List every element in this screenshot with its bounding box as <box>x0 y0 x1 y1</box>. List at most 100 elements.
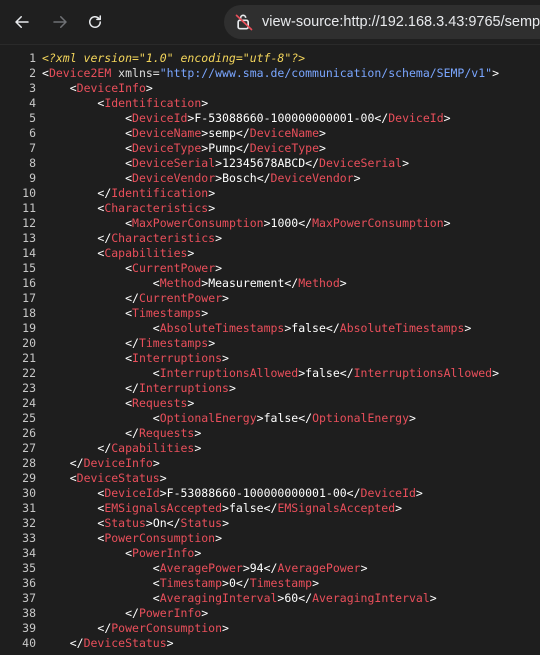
tag-bracket: > <box>492 366 500 380</box>
line-content: <DeviceId>F-53088660-100000000001-00</De… <box>42 111 450 126</box>
line-number: 2 <box>29 66 36 80</box>
line-content: <DeviceSerial>12345678ABCD</DeviceSerial… <box>42 156 409 171</box>
tag-bracket: > <box>201 306 209 320</box>
line-number: 24 <box>22 396 36 410</box>
forward-button[interactable] <box>44 6 76 38</box>
source-line: 9 <DeviceVendor>Bosch</DeviceVendor> <box>0 171 540 186</box>
source-code-view: 1 <?xml version="1.0" encoding="utf-8"?> 2… <box>0 51 540 655</box>
tag-bracket: </ <box>125 291 139 305</box>
source-line: 25 <OptionalEnergy>false</OptionalEnergy… <box>0 411 540 426</box>
not-secure-icon[interactable] <box>232 10 256 34</box>
source-line: 21 <Interruptions> <box>0 351 540 366</box>
source-line: 15 <CurrentPower> <box>0 261 540 276</box>
element-text: 1000 <box>270 216 299 230</box>
line-number: 8 <box>29 156 36 170</box>
source-line: 3 <DeviceInfo> <box>0 81 540 96</box>
line-content: <Status>On</Status> <box>42 516 229 531</box>
element-text: 60 <box>284 591 299 605</box>
element-text: false <box>263 411 299 425</box>
source-line: 12 <MaxPowerConsumption>1000</MaxPowerCo… <box>0 216 540 231</box>
tag-name: EMSignalsAccepted <box>104 501 223 515</box>
url-text[interactable]: view-source:http://192.168.3.43:9765/sem… <box>262 14 540 30</box>
tag-bracket: </ <box>298 216 313 230</box>
tag-name: AbsoluteTimestamps <box>159 321 285 335</box>
tag-bracket: > <box>222 351 229 365</box>
source-line: 13 </Characteristics> <box>0 231 540 246</box>
tag-name: Method <box>159 276 202 290</box>
line-number: 31 <box>22 501 36 515</box>
address-bar[interactable]: view-source:http://192.168.3.43:9765/sem… <box>224 5 540 39</box>
tag-bracket: < <box>152 411 160 425</box>
line-content: <DeviceId>F-53088660-100000000001-00</De… <box>42 486 422 501</box>
tag-bracket: < <box>152 591 160 605</box>
tag-bracket: > <box>319 126 326 140</box>
source-line: 23 </Interruptions> <box>0 381 540 396</box>
line-content: <Timestamps> <box>42 306 208 321</box>
tag-name: AveragePower <box>277 561 361 575</box>
source-line: 17 </CurrentPower> <box>0 291 540 306</box>
source-line: 29 <DeviceStatus> <box>0 471 540 486</box>
tag-bracket: < <box>125 261 133 275</box>
line-number: 1 <box>29 51 36 65</box>
line-content: <AveragePower>94</AveragePower> <box>42 561 368 576</box>
tag-name: OptionalEnergy <box>312 411 410 425</box>
tag-name: Characteristics <box>111 231 216 245</box>
line-number: 26 <box>22 426 36 440</box>
tag-bracket: > <box>222 516 230 530</box>
tag-bracket: > <box>353 171 361 185</box>
tag-bracket: </ <box>97 231 112 245</box>
line-content: <PowerConsumption> <box>42 531 222 546</box>
tag-bracket: > <box>339 276 347 290</box>
line-number: 21 <box>22 351 36 365</box>
line-number: 32 <box>22 516 36 530</box>
line-content: <CurrentPower> <box>42 261 222 276</box>
tag-bracket: < <box>125 351 133 365</box>
source-line: 32 <Status>On</Status> <box>0 516 540 531</box>
element-text: 12345678ABCD <box>222 156 306 170</box>
line-number: 39 <box>22 621 36 635</box>
source-line: 24 <Requests> <box>0 396 540 411</box>
tag-bracket: > <box>228 381 236 395</box>
line-number: 3 <box>29 81 36 95</box>
line-content: <PowerInfo> <box>42 546 201 561</box>
back-button[interactable] <box>6 6 38 38</box>
tag-bracket: </ <box>346 486 361 500</box>
tag-bracket: > <box>242 561 250 575</box>
source-line: 8 <DeviceSerial>12345678ABCD</DeviceSeri… <box>0 156 540 171</box>
source-line: 40 </DeviceStatus> <box>0 636 540 651</box>
source-line: 10 </Identification> <box>0 186 540 201</box>
source-line: 6 <DeviceName>semp</DeviceName> <box>0 126 540 141</box>
element-text: F-53088660-100000000001-00 <box>166 486 347 500</box>
tag-name: DeviceType <box>249 141 320 155</box>
line-content: </Requests> <box>42 426 201 441</box>
tag-bracket: > <box>159 486 167 500</box>
element-text: 94 <box>249 561 264 575</box>
tag-bracket: > <box>222 501 229 515</box>
tag-bracket: </ <box>374 111 389 125</box>
line-content: <Capabilities> <box>42 246 194 261</box>
line-content: </Timestamps> <box>42 336 215 351</box>
tag-bracket: > <box>222 291 229 305</box>
tag-bracket: > <box>208 336 216 350</box>
source-line: 30 <DeviceId>F-53088660-100000000001-00<… <box>0 486 540 501</box>
tag-bracket: </ <box>69 636 84 650</box>
tag-name: PowerInfo <box>132 546 195 560</box>
line-content: <Method>Measurement</Method> <box>42 276 347 291</box>
tag-name: DeviceName <box>132 126 202 140</box>
source-line: 4 <Identification> <box>0 96 540 111</box>
xml-declaration: <?xml version="1.0" encoding="utf-8"?> <box>42 51 306 65</box>
element-text: Measurement <box>208 276 285 290</box>
tag-name: DeviceSerial <box>319 156 403 170</box>
tag-bracket: < <box>152 366 160 380</box>
line-number: 37 <box>22 591 36 605</box>
line-content: <InterruptionsAllowed>false</Interruptio… <box>42 366 499 381</box>
tag-name: Interruptions <box>132 351 223 365</box>
reload-button[interactable] <box>79 6 111 38</box>
line-content: </Capabilities> <box>42 441 201 456</box>
tag-bracket: > <box>492 66 499 80</box>
tag-bracket: < <box>125 216 133 230</box>
reload-icon <box>89 15 101 28</box>
line-content: <DeviceVendor>Bosch</DeviceVendor> <box>42 171 361 186</box>
source-line: 26 </Requests> <box>0 426 540 441</box>
tag-name: Requests <box>132 396 188 410</box>
